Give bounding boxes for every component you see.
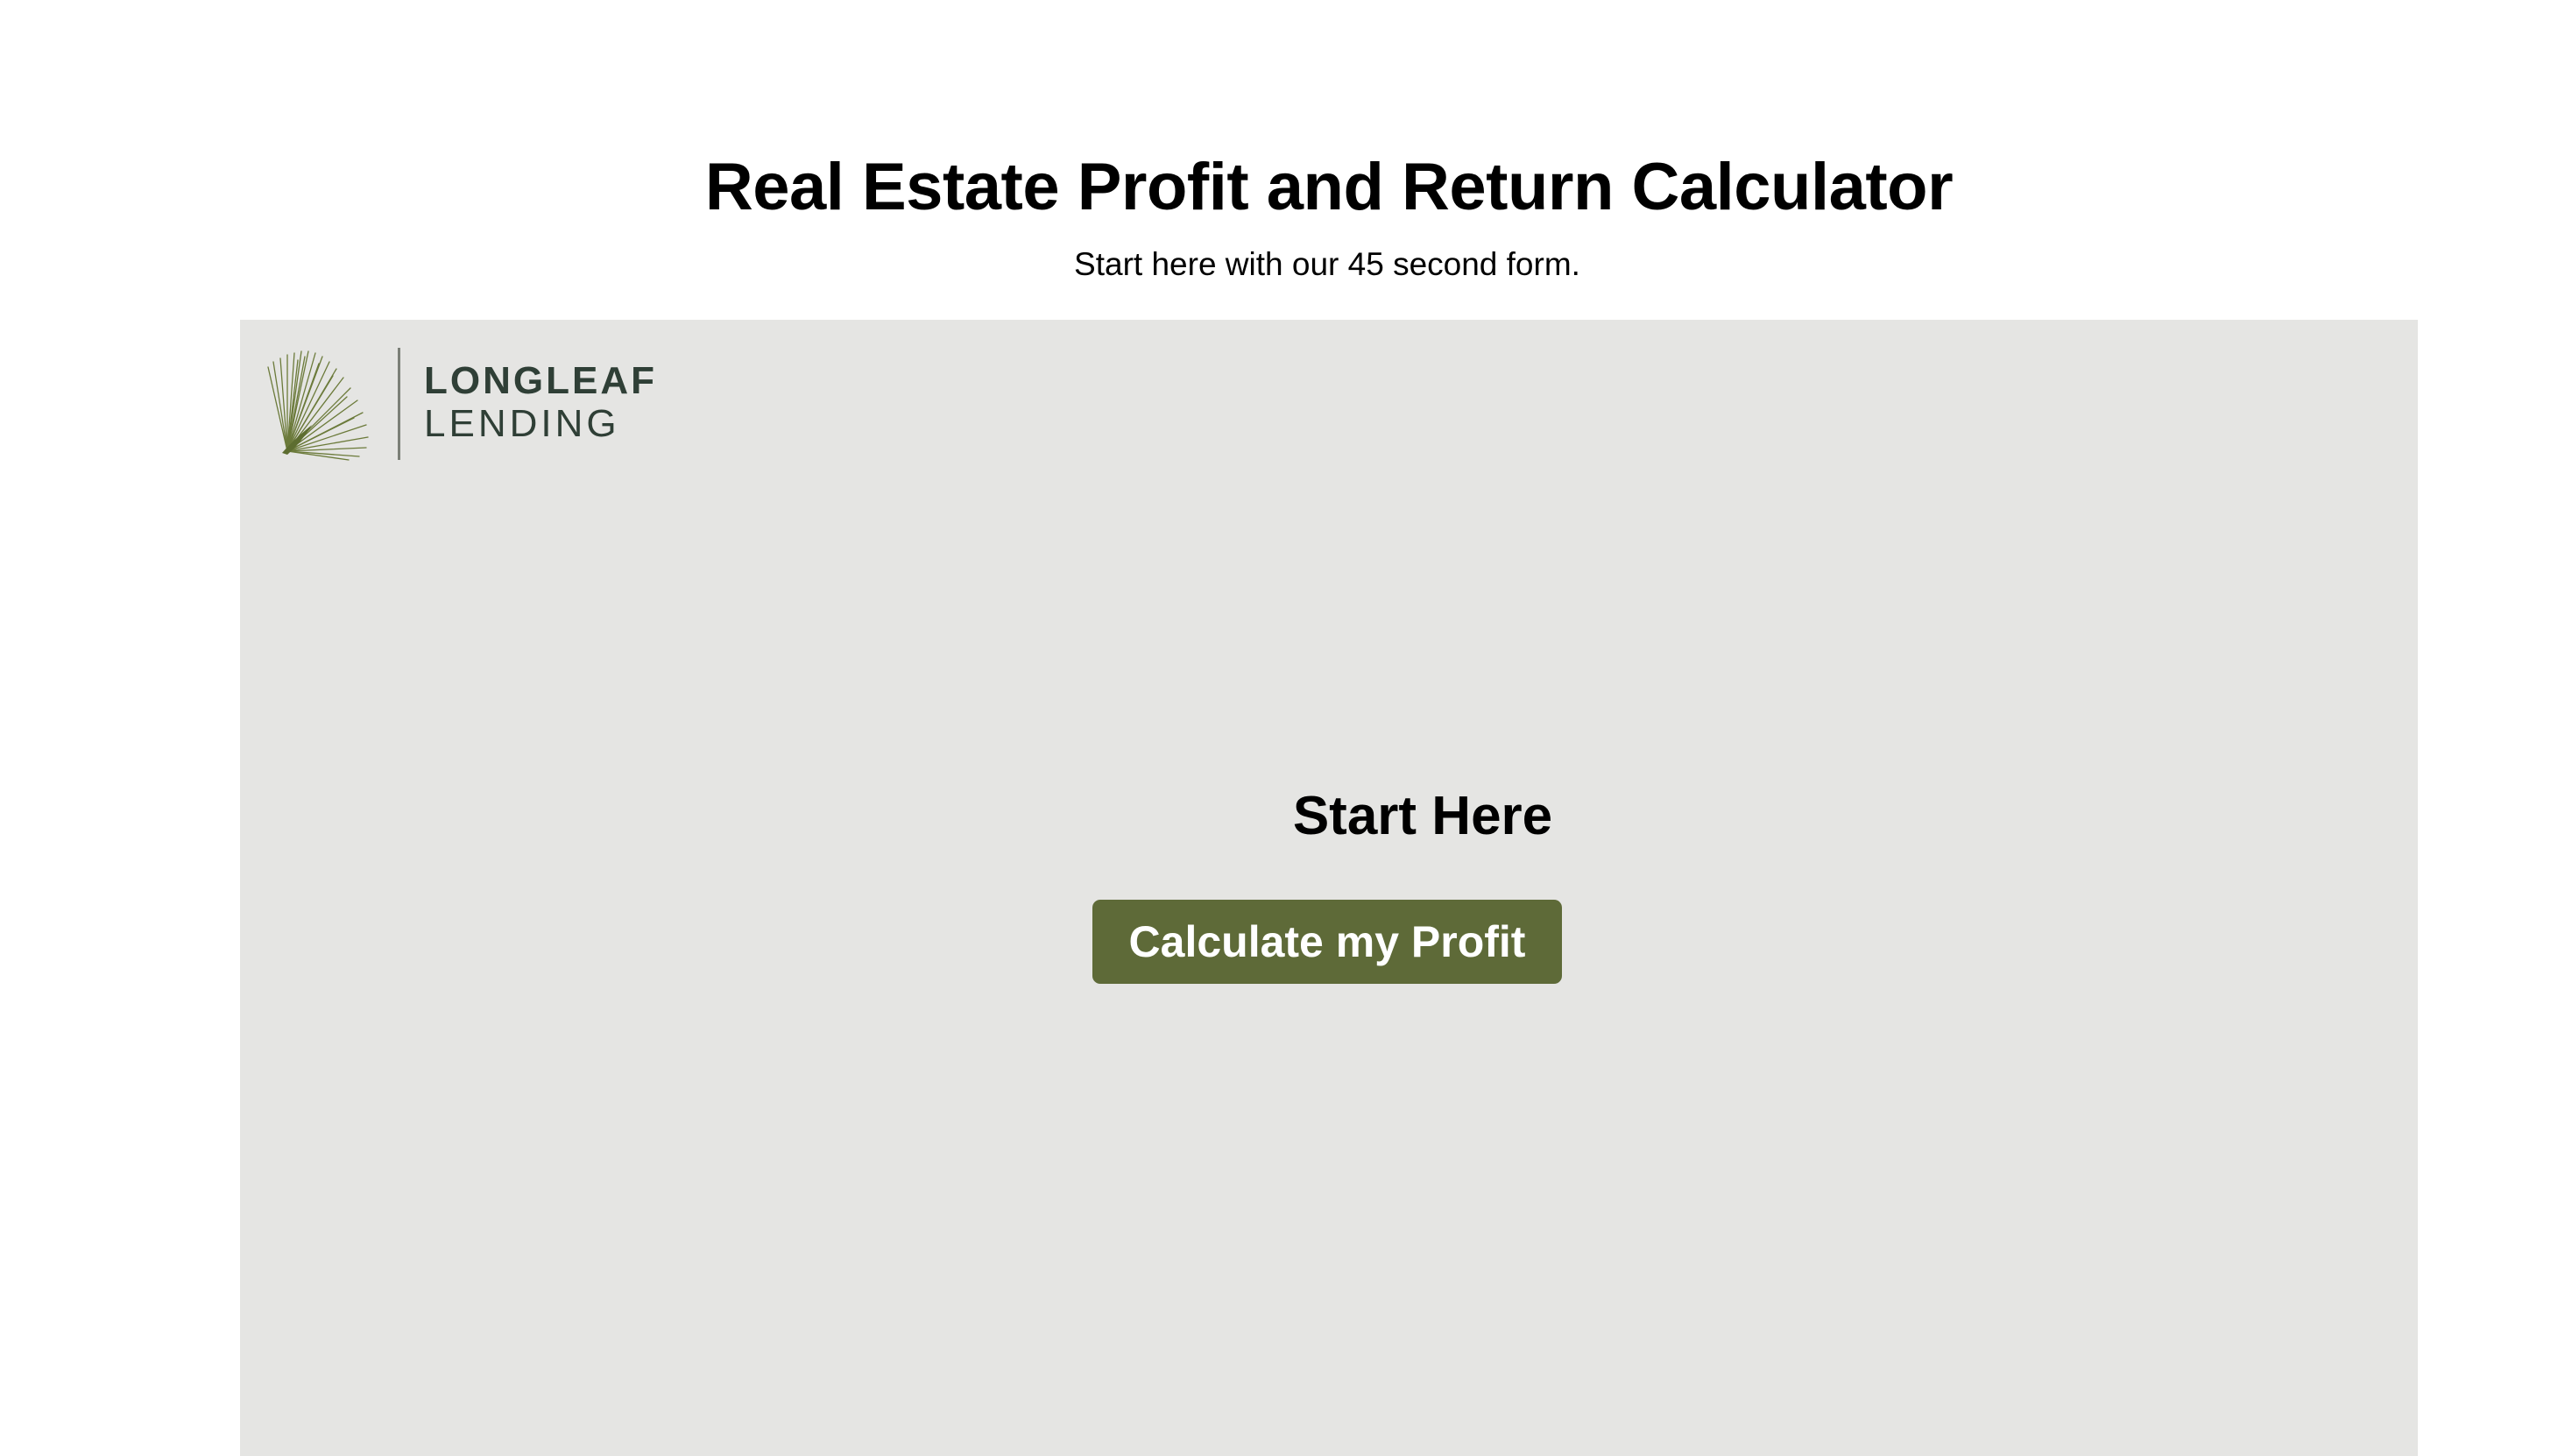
logo-wordmark-bottom: LENDING [424, 402, 620, 445]
page-title: Real Estate Profit and Return Calculator [704, 150, 1954, 224]
logo-wordmark-top: LONGLEAF [424, 359, 657, 402]
longleaf-lending-logo: LONGLEAF LENDING [266, 346, 678, 464]
form-heading: Start Here [1292, 786, 1553, 846]
form-panel: LONGLEAF LENDING Start Here Calculate my… [240, 320, 2418, 1456]
page-subtitle: Start here with our 45 second form. [1074, 246, 1580, 282]
page: Real Estate Profit and Return Calculator… [0, 0, 2572, 1456]
pine-needle-leaf-icon [267, 350, 369, 461]
calculate-profit-button[interactable]: Calculate my Profit [1092, 900, 1562, 984]
logo-divider [398, 348, 400, 460]
